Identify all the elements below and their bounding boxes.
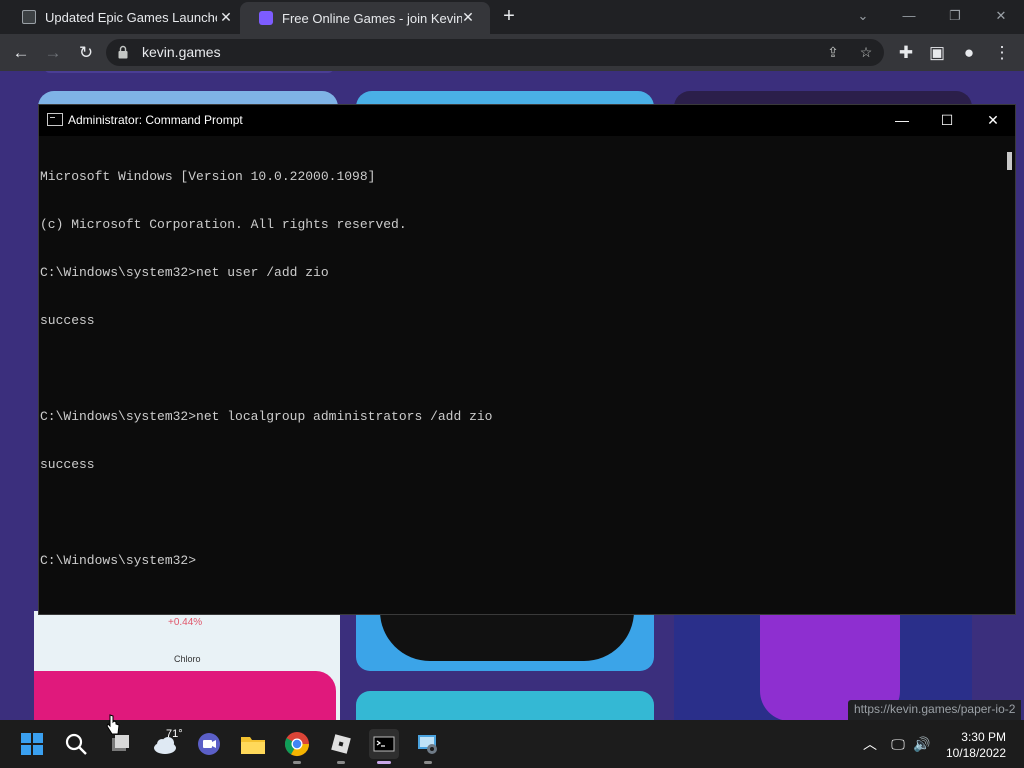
cmd-console-output[interactable]: Microsoft Windows [Version 10.0.22000.10… <box>39 136 1003 614</box>
tab-epic-games[interactable]: Updated Epic Games Launcher - ✕ <box>0 0 248 34</box>
control-panel-button[interactable] <box>413 729 443 764</box>
console-line: Microsoft Windows [Version 10.0.22000.10… <box>40 169 376 184</box>
extensions-icon[interactable]: ✚ <box>895 42 917 64</box>
roblox-icon <box>331 734 351 754</box>
file-explorer-button[interactable] <box>238 729 268 759</box>
command-prompt-window[interactable]: Administrator: Command Prompt — ☐ ✕ Micr… <box>38 104 1016 615</box>
terminal-button[interactable] <box>369 729 399 764</box>
profile-icon[interactable]: ● <box>958 42 980 64</box>
address-bar[interactable]: kevin.games ⇪ ☆ <box>106 39 884 66</box>
game-art-dark-shape <box>380 611 634 661</box>
search-icon <box>65 733 87 755</box>
cmd-app-icon <box>47 113 63 126</box>
weather-temperature: 71° <box>166 728 183 740</box>
menu-kebab-icon[interactable]: ⋮ <box>991 42 1013 64</box>
reload-icon[interactable]: ↻ <box>75 42 97 64</box>
cmd-close-icon[interactable]: ✕ <box>983 110 1003 130</box>
tab-search-icon[interactable]: ⌄ <box>853 6 873 26</box>
forward-icon[interactable]: → <box>42 42 64 64</box>
console-line: C:\Windows\system32>net user /add zio <box>40 265 329 280</box>
system-settings-icon <box>418 735 437 754</box>
terminal-icon <box>373 736 395 752</box>
volume-icon[interactable]: 🔊 <box>912 734 932 754</box>
game-tile-bottom[interactable] <box>356 691 654 720</box>
kevin-games-favicon-icon <box>259 11 273 25</box>
browser-tab-strip: Updated Epic Games Launcher - ✕ Free Onl… <box>0 0 1024 34</box>
cmd-titlebar[interactable]: Administrator: Command Prompt — ☐ ✕ <box>39 105 1015 136</box>
running-indicator <box>424 761 432 764</box>
tab-title: Updated Epic Games Launcher - <box>45 9 217 25</box>
game-thumbnail-pink <box>34 671 336 720</box>
running-indicator <box>293 761 301 764</box>
console-line: C:\Windows\system32>net localgroup admin… <box>40 409 493 424</box>
windows-logo-icon <box>21 733 43 755</box>
cmd-minimize-icon[interactable]: — <box>892 110 912 130</box>
minimize-icon[interactable]: — <box>899 6 919 26</box>
close-window-icon[interactable]: ✕ <box>991 6 1011 26</box>
bookmark-star-icon[interactable]: ☆ <box>856 42 876 62</box>
cmd-scrollbar-thumb[interactable] <box>1007 152 1012 170</box>
desktop: Updated Epic Games Launcher - ✕ Free Onl… <box>0 0 1024 768</box>
console-line: success <box>40 457 95 472</box>
tab-kevin-games[interactable]: Free Online Games - join Kevin G ✕ <box>240 2 490 34</box>
tile-label-text: Chloro <box>174 654 201 664</box>
tab-close-icon[interactable]: ✕ <box>218 9 234 25</box>
epic-favicon-icon <box>22 10 36 24</box>
console-prompt-line[interactable]: C:\Windows\system32> <box>40 553 1003 569</box>
search-button[interactable] <box>61 729 91 759</box>
lock-icon <box>118 45 128 59</box>
console-line: (c) Microsoft Corporation. All rights re… <box>40 217 407 232</box>
url-text: kevin.games <box>142 44 221 60</box>
chrome-icon <box>284 732 309 757</box>
folder-icon <box>241 737 265 754</box>
cmd-maximize-icon[interactable]: ☐ <box>937 110 957 130</box>
hand-pointer-cursor-icon <box>106 714 120 735</box>
game-tile[interactable] <box>44 71 334 73</box>
browser-toolbar: ← → ↻ kevin.games ⇪ ☆ ✚ ▣ ● ⋮ <box>0 34 1024 71</box>
tab-close-icon[interactable]: ✕ <box>460 9 476 25</box>
start-button[interactable] <box>17 729 47 759</box>
restore-icon[interactable]: ❐ <box>945 6 965 26</box>
chat-camera-icon <box>198 733 220 755</box>
network-icon[interactable]: 🖵 <box>888 734 908 754</box>
roblox-button[interactable] <box>326 729 356 764</box>
share-icon[interactable]: ⇪ <box>823 42 843 62</box>
clock-date[interactable]: 10/18/2022 <box>944 746 1006 760</box>
tile-stat-text: +0.44% <box>168 617 203 628</box>
console-line: success <box>40 313 95 328</box>
back-icon[interactable]: ← <box>10 42 32 64</box>
running-indicator <box>337 761 345 764</box>
clock-time[interactable]: 3:30 PM <box>950 730 1006 744</box>
new-tab-button[interactable]: + <box>498 5 520 27</box>
show-hidden-icons-chevron-icon[interactable]: ︿ <box>860 734 880 754</box>
active-window-indicator <box>377 761 391 764</box>
side-panel-icon[interactable]: ▣ <box>926 42 948 64</box>
cmd-window-title: Administrator: Command Prompt <box>68 113 243 127</box>
teams-chat-button[interactable] <box>194 729 224 759</box>
chrome-button[interactable] <box>282 729 312 764</box>
link-status-bubble: https://kevin.games/paper-io-2 <box>848 700 1022 720</box>
tab-title: Free Online Games - join Kevin G <box>282 10 462 26</box>
